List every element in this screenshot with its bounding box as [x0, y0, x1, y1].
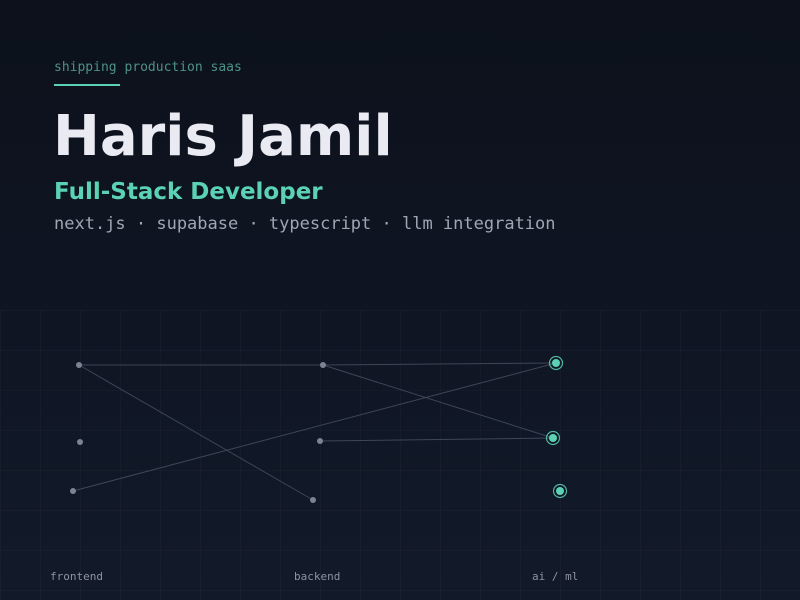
graph-node-backend-2 — [317, 438, 323, 444]
graph-node-ai-1 — [552, 359, 560, 367]
graph-node-frontend-3 — [70, 488, 76, 494]
layer-label-ai-ml: ai / ml — [532, 570, 579, 583]
layer-label-backend: backend — [294, 570, 341, 583]
graph-node-frontend-1 — [76, 362, 82, 368]
graph-node-frontend-2 — [77, 439, 83, 445]
graph-edge-frontend-3-ai-1 — [72, 362, 557, 492]
graph-node-ai-3 — [556, 487, 564, 495]
graph-node-backend-1 — [320, 362, 326, 368]
architecture-graph — [70, 355, 568, 503]
graph-node-ai-2 — [549, 434, 557, 442]
graph-edge-backend-1-ai-2 — [322, 364, 554, 439]
graph-edge-backend-1-ai-1 — [322, 362, 557, 366]
layer-label-frontend: frontend — [50, 570, 103, 583]
graph-node-backend-3 — [310, 497, 316, 503]
hero-card: shipping production saas Haris Jamil Ful… — [0, 0, 800, 600]
graph-edge-backend-2-ai-2 — [319, 437, 554, 442]
